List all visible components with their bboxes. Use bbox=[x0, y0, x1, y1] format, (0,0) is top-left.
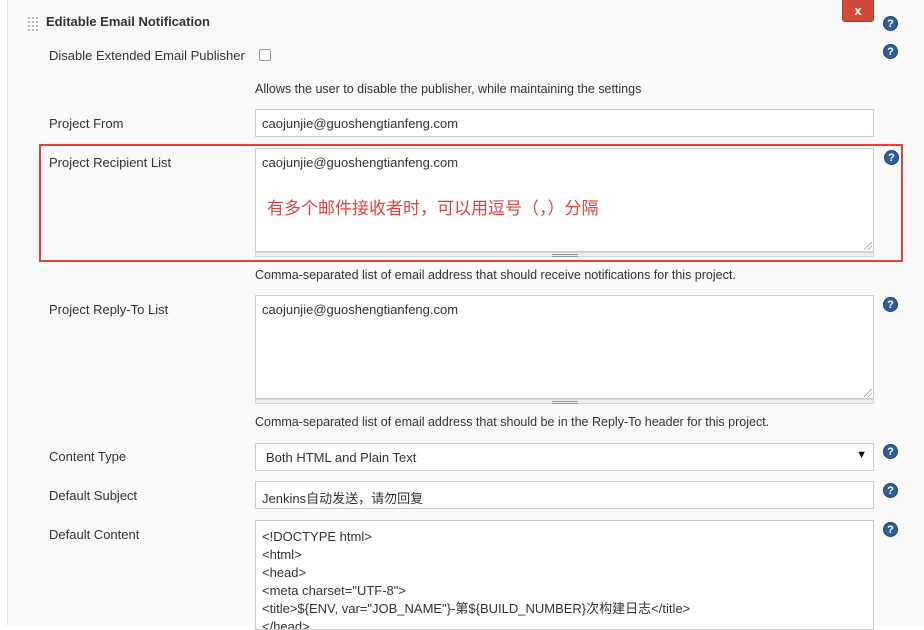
section-title: Editable Email Notification bbox=[46, 14, 210, 29]
default-subject-input[interactable]: Jenkins自动发送，请勿回复 bbox=[255, 481, 874, 509]
close-section-button[interactable]: x bbox=[842, 0, 874, 22]
project-from-label: Project From bbox=[49, 116, 124, 131]
help-icon[interactable]: ? bbox=[883, 297, 898, 312]
disable-publisher-checkbox[interactable] bbox=[259, 49, 271, 61]
help-icon[interactable]: ? bbox=[884, 150, 899, 165]
help-icon[interactable]: ? bbox=[883, 444, 898, 459]
help-icon[interactable]: ? bbox=[883, 522, 898, 537]
resize-corner-icon[interactable] bbox=[864, 389, 872, 397]
content-line: <title>${ENV, var="JOB_NAME"}-第${BUILD_N… bbox=[262, 601, 691, 616]
reply-to-value: caojunjie@guoshengtianfeng.com bbox=[262, 302, 459, 317]
content-line: <head> bbox=[262, 565, 307, 580]
default-subject-label: Default Subject bbox=[49, 488, 138, 503]
default-content-label: Default Content bbox=[49, 527, 140, 542]
content-line: <html> bbox=[262, 547, 302, 562]
project-from-input[interactable]: caojunjie@guoshengtianfeng.com bbox=[255, 109, 874, 137]
recipient-list-description: Comma-separated list of email address th… bbox=[255, 268, 736, 282]
help-icon[interactable]: ? bbox=[883, 483, 898, 498]
content-line: </head> bbox=[262, 619, 310, 630]
content-line: <meta charset="UTF-8"> bbox=[262, 583, 406, 598]
content-type-select[interactable]: Both HTML and Plain Text ▼ bbox=[255, 443, 874, 471]
reply-to-label: Project Reply-To List bbox=[49, 302, 169, 317]
help-icon[interactable]: ? bbox=[883, 16, 898, 31]
help-icon[interactable]: ? bbox=[883, 44, 898, 59]
textarea-resize-grabber[interactable] bbox=[255, 399, 874, 404]
reply-to-textarea[interactable]: caojunjie@guoshengtianfeng.com bbox=[255, 295, 874, 399]
reply-to-description: Comma-separated list of email address th… bbox=[255, 415, 770, 429]
content-type-label: Content Type bbox=[49, 449, 127, 464]
disable-publisher-description: Allows the user to disable the publisher… bbox=[255, 82, 642, 96]
default-content-textarea[interactable]: <!DOCTYPE html> <html> <head> <meta char… bbox=[255, 520, 874, 630]
highlight-box bbox=[39, 144, 903, 262]
content-line: <!DOCTYPE html> bbox=[262, 529, 372, 544]
disable-publisher-label: Disable Extended Email Publisher bbox=[49, 48, 245, 63]
content-type-value: Both HTML and Plain Text bbox=[266, 450, 417, 465]
drag-handle-icon[interactable] bbox=[27, 16, 39, 32]
dropdown-arrow-icon: ▼ bbox=[856, 449, 867, 461]
